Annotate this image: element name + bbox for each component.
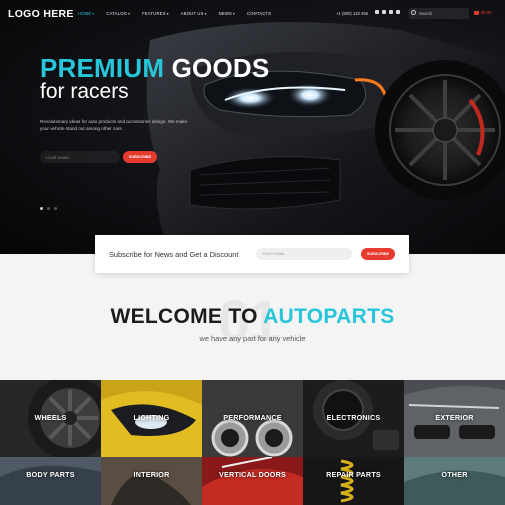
- category-label: BODY PARTS: [26, 470, 75, 479]
- newsletter-subscribe-button[interactable]: SUBSCRIBE: [361, 248, 395, 260]
- menu-item-features[interactable]: FEATURES▾: [142, 11, 169, 16]
- category-tile-repair-parts[interactable]: REPAIR PARTS: [303, 457, 404, 505]
- twitter-icon[interactable]: [375, 10, 379, 14]
- menu-item-home[interactable]: HOME▾: [78, 11, 94, 16]
- logo[interactable]: LOGO HERE: [8, 8, 74, 20]
- category-tile-body-parts[interactable]: BODY PARTS: [0, 457, 101, 505]
- cart-total: $0.00: [481, 10, 492, 15]
- category-label: OTHER: [441, 470, 468, 479]
- slider-dot[interactable]: [54, 207, 57, 210]
- search-placeholder: Search: [419, 11, 433, 16]
- slider-dot[interactable]: [47, 207, 50, 210]
- menu-item-news[interactable]: NEWS▾: [219, 11, 235, 16]
- hero-email-input[interactable]: YOUR EMAIL: [40, 151, 120, 163]
- category-label: INTERIOR: [133, 470, 170, 479]
- other-image: [404, 457, 505, 505]
- category-label: LIGHTING: [133, 413, 170, 422]
- menu-item-contacts[interactable]: CONTACTS: [247, 11, 271, 16]
- category-tile-other[interactable]: OTHER: [404, 457, 505, 505]
- social-links: [375, 10, 400, 14]
- category-tile-electronics[interactable]: ELECTRONICS: [303, 380, 404, 457]
- body-parts-image: [0, 457, 101, 505]
- facebook-icon[interactable]: [382, 10, 386, 14]
- search-icon: [411, 10, 416, 15]
- top-nav: LOGO HERE HOME▾ CATALOG▾ FEATURES▾ ABOUT…: [0, 0, 505, 26]
- category-grid: WHEELS LIGHTING PERFORMANCE ELECTRONICS: [0, 380, 505, 505]
- category-tile-exterior[interactable]: EXTERIOR: [404, 380, 505, 457]
- category-label: PERFORMANCE: [223, 413, 282, 422]
- instagram-icon[interactable]: [396, 10, 400, 14]
- cart-button[interactable]: $0.00: [474, 10, 491, 15]
- newsletter-bar: Subscribe for News and Get a Discount YO…: [95, 235, 409, 273]
- newsletter-email-input[interactable]: YOUR EMAIL: [256, 248, 352, 260]
- category-label: VERTICAL DOORS: [219, 470, 286, 479]
- category-label: REPAIR PARTS: [326, 470, 381, 479]
- category-tile-lighting[interactable]: LIGHTING: [101, 380, 202, 457]
- vertical-doors-image: [202, 457, 303, 505]
- hero-description: Revolutionary ideas for auto products an…: [40, 119, 188, 131]
- category-label: ELECTRONICS: [326, 413, 381, 422]
- interior-image: [101, 457, 202, 505]
- menu-item-catalog[interactable]: CATALOG▾: [106, 11, 130, 16]
- main-menu: HOME▾ CATALOG▾ FEATURES▾ ABOUT US▾ NEWS▾…: [78, 11, 283, 16]
- hero-subscribe-button[interactable]: SUBSCRIBE: [123, 151, 157, 163]
- cart-icon: [474, 10, 479, 15]
- category-tile-performance[interactable]: PERFORMANCE: [202, 380, 303, 457]
- category-tile-wheels[interactable]: WHEELS: [0, 380, 101, 457]
- category-tile-vertical-doors[interactable]: VERTICAL DOORS: [202, 457, 303, 505]
- phone-number[interactable]: +1 (800) 123 456: [336, 11, 368, 16]
- newsletter-text: Subscribe for News and Get a Discount: [109, 250, 239, 259]
- slider-dot[interactable]: [40, 207, 43, 210]
- slider-dots: [40, 207, 57, 210]
- category-tile-interior[interactable]: INTERIOR: [101, 457, 202, 505]
- category-label: WHEELS: [34, 413, 67, 422]
- menu-item-about[interactable]: ABOUT US▾: [181, 11, 207, 16]
- welcome-title: WELCOME TO AUTOPARTS: [110, 305, 395, 328]
- repair-parts-image: [303, 457, 404, 505]
- welcome-subtitle: we have any part for any vehicle: [199, 334, 306, 343]
- category-label: EXTERIOR: [435, 413, 474, 422]
- search-input[interactable]: Search: [409, 8, 469, 19]
- hero-subtitle: for racers: [40, 80, 129, 103]
- youtube-icon[interactable]: [389, 10, 393, 14]
- hero-section: LOGO HERE HOME▾ CATALOG▾ FEATURES▾ ABOUT…: [0, 0, 505, 254]
